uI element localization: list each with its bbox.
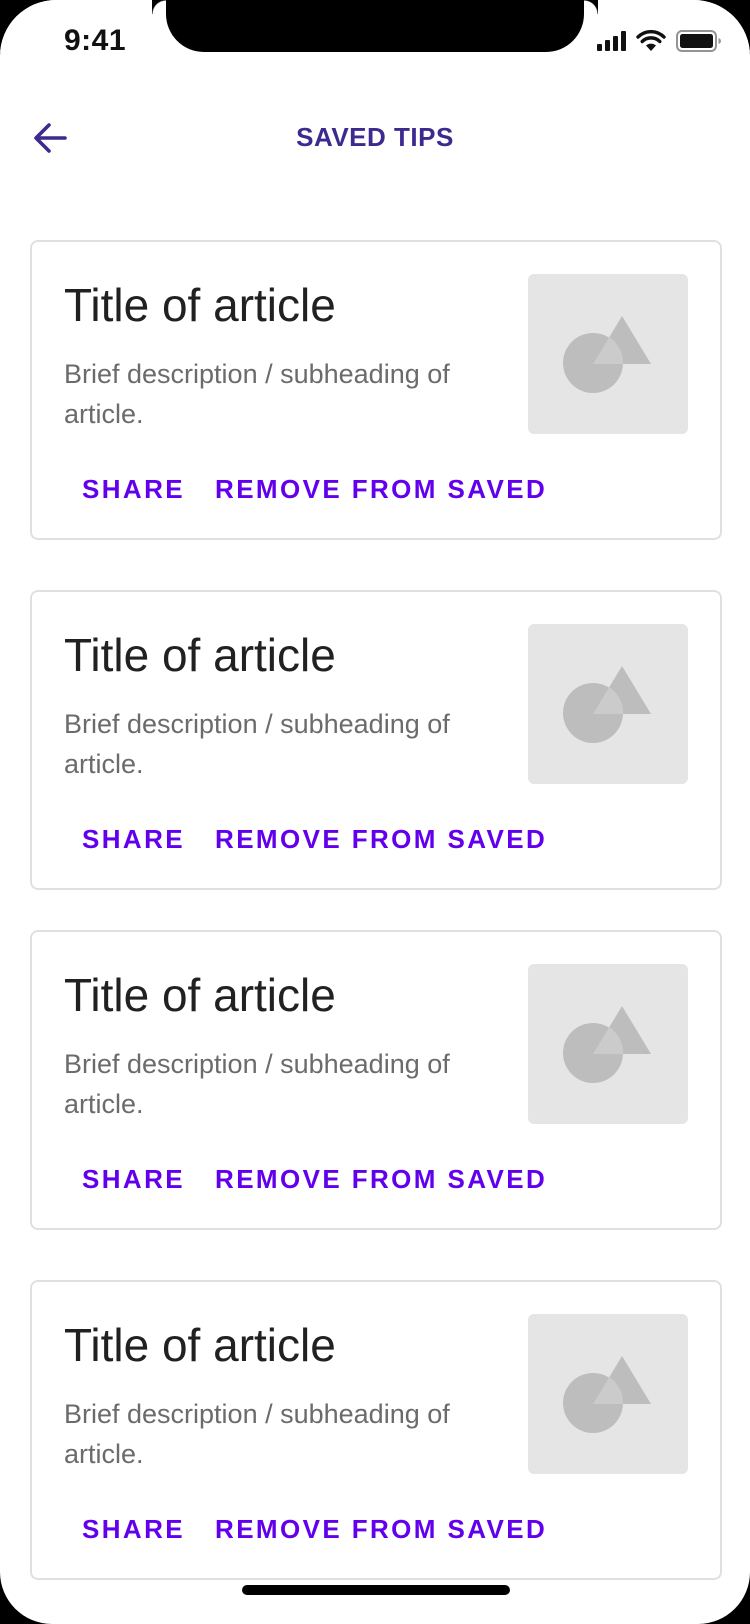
card-thumbnail <box>528 964 688 1124</box>
card-description: Brief description / subheading of articl… <box>64 1399 450 1469</box>
card-thumbnail <box>528 274 688 434</box>
wifi-icon <box>636 30 666 51</box>
remove-from-saved-button[interactable]: REMOVE FROM SAVED <box>215 1514 547 1545</box>
card-actions: SHARE REMOVE FROM SAVED <box>82 474 547 505</box>
card-title: Title of article <box>64 1319 336 1371</box>
card-description: Brief description / subheading of articl… <box>64 1049 450 1119</box>
home-indicator[interactable] <box>242 1585 510 1595</box>
card-description: Brief description / subheading of articl… <box>64 709 450 779</box>
phone-screen: 9:41 SAVED TIPS Title of article Brief d… <box>0 0 750 1624</box>
app-header: SAVED TIPS <box>0 100 750 176</box>
card-title: Title of article <box>64 629 336 681</box>
card-title: Title of article <box>64 279 336 331</box>
share-button[interactable]: SHARE <box>82 474 185 505</box>
device-notch <box>166 0 598 52</box>
card-thumbnail <box>528 624 688 784</box>
remove-from-saved-button[interactable]: REMOVE FROM SAVED <box>215 1164 547 1195</box>
saved-tip-card[interactable]: Title of article Brief description / sub… <box>30 590 722 890</box>
share-button[interactable]: SHARE <box>82 1514 185 1545</box>
image-placeholder-icon <box>563 1356 651 1433</box>
status-icons <box>597 30 722 52</box>
image-placeholder-icon <box>563 666 651 743</box>
remove-from-saved-button[interactable]: REMOVE FROM SAVED <box>215 474 547 505</box>
card-actions: SHARE REMOVE FROM SAVED <box>82 1164 547 1195</box>
image-placeholder-icon <box>563 316 651 393</box>
card-actions: SHARE REMOVE FROM SAVED <box>82 1514 547 1545</box>
saved-tip-card[interactable]: Title of article Brief description / sub… <box>30 930 722 1230</box>
remove-from-saved-button[interactable]: REMOVE FROM SAVED <box>215 824 547 855</box>
saved-tip-card[interactable]: Title of article Brief description / sub… <box>30 240 722 540</box>
battery-icon <box>676 30 721 52</box>
card-actions: SHARE REMOVE FROM SAVED <box>82 824 547 855</box>
share-button[interactable]: SHARE <box>82 824 185 855</box>
cellular-signal-icon <box>597 31 626 51</box>
card-title: Title of article <box>64 969 336 1021</box>
card-description: Brief description / subheading of articl… <box>64 359 450 429</box>
share-button[interactable]: SHARE <box>82 1164 185 1195</box>
status-time: 9:41 <box>64 24 127 57</box>
status-bar: 9:41 <box>0 0 750 57</box>
image-placeholder-icon <box>563 1006 651 1083</box>
page-title: SAVED TIPS <box>296 122 454 152</box>
card-thumbnail <box>528 1314 688 1474</box>
saved-tip-card[interactable]: Title of article Brief description / sub… <box>30 1280 722 1580</box>
